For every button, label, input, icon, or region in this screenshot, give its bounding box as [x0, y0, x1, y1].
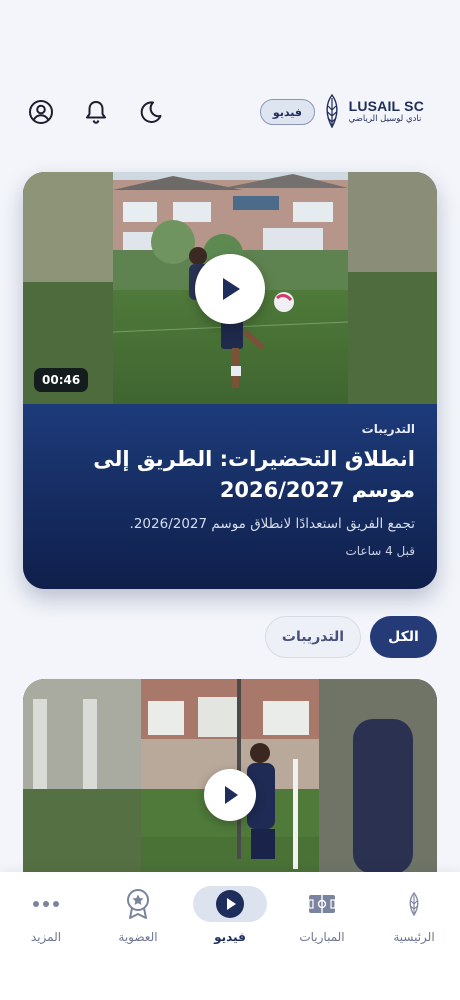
- nav-item-more[interactable]: المزيد: [0, 886, 92, 956]
- video-thumbnail[interactable]: 00:46: [23, 172, 437, 404]
- nav-item-home[interactable]: الرئيسية: [368, 886, 460, 956]
- card-body: التدريبات انطلاق التحضيرات: الطريق إلى م…: [23, 404, 437, 589]
- logo-subtitle: نادي لوسيل الرياضي: [348, 114, 422, 124]
- nav-item-video[interactable]: فيديو: [184, 886, 276, 956]
- moon-icon[interactable]: [137, 98, 165, 126]
- video-title[interactable]: انطلاق التحضيرات: الطريق إلى موسم 2026/2…: [45, 444, 415, 506]
- logo-name: LUSAIL SC: [348, 98, 424, 114]
- filter-chip-training[interactable]: التدريبات: [265, 616, 361, 658]
- section-pill-video[interactable]: فيديو: [259, 99, 315, 125]
- user-circle-icon[interactable]: [27, 98, 55, 126]
- nav-label-more: المزيد: [30, 930, 62, 944]
- pitch-icon: [285, 886, 359, 922]
- play-icon: [225, 786, 238, 804]
- top-header: فيديو LUSAIL SC نادي لوسيل الرياضي: [0, 90, 460, 136]
- play-button[interactable]: [195, 254, 265, 324]
- nav-item-membership[interactable]: العضوية: [92, 886, 184, 956]
- membership-badge-icon: [101, 886, 175, 922]
- video-card[interactable]: [23, 679, 437, 874]
- nav-item-matches[interactable]: المباريات: [276, 886, 368, 956]
- video-time-ago: قبل 4 ساعات: [345, 544, 415, 558]
- play-icon: [223, 278, 240, 300]
- bell-icon[interactable]: [82, 98, 110, 126]
- video-description: تجمع الفريق استعدادًا لانطلاق موسم 2026/…: [129, 516, 415, 532]
- more-dots-icon: [9, 886, 83, 922]
- nav-label-home: الرئيسية: [393, 930, 435, 944]
- nav-label-video: فيديو: [214, 930, 246, 944]
- video-duration: 00:46: [34, 368, 89, 392]
- home-logo-icon: [377, 886, 451, 922]
- nav-label-membership: العضوية: [118, 930, 158, 944]
- lusail-emblem-icon: [325, 94, 338, 128]
- nav-label-matches: المباريات: [299, 930, 345, 944]
- bottom-nav: الرئيسية المباريات فيديو العضوية المزيد: [0, 872, 460, 1000]
- play-button[interactable]: [204, 769, 256, 821]
- play-icon: [193, 886, 267, 922]
- filter-chip-all[interactable]: الكل: [370, 616, 437, 658]
- video-category: التدريبات: [361, 422, 415, 436]
- club-logo[interactable]: LUSAIL SC نادي لوسيل الرياضي: [323, 94, 424, 128]
- featured-video-card[interactable]: 00:46 التدريبات انطلاق التحضيرات: الطريق…: [23, 172, 437, 589]
